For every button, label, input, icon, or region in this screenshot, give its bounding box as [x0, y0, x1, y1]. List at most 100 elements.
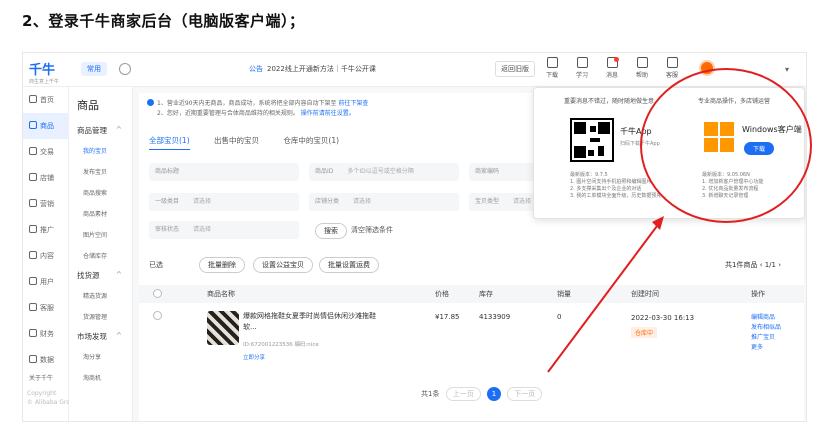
submenu-item-search[interactable]: 商品搜索 — [69, 182, 132, 203]
col-time[interactable]: 创建时间 — [631, 289, 659, 299]
nav-item-marketing[interactable]: 营销 — [23, 191, 68, 217]
data-icon — [29, 355, 37, 363]
group-goods-manage[interactable]: 商品管理 ^ — [69, 121, 132, 140]
row-checkbox[interactable] — [153, 311, 162, 320]
nav-item-promote[interactable]: 推广 — [23, 217, 68, 243]
goods-tabs: 全部宝贝(1) 出售中的宝贝 仓库中的宝贝(1) — [149, 135, 361, 150]
row-ops: 编辑商品 发布相似品 推广宝贝 更多 — [751, 313, 781, 353]
col-sales[interactable]: 销量 — [557, 289, 571, 299]
nav-item-users[interactable]: 用户 — [23, 269, 68, 295]
set-charity-button[interactable]: 设置公益宝贝 — [253, 257, 313, 273]
chevron-down-icon[interactable]: ▾ — [785, 65, 789, 74]
notice-bar[interactable]: 公告 2022线上开通新方法｜千牛公开课 — [249, 64, 376, 74]
qr-code — [570, 118, 614, 162]
chevron-up-icon: ^ — [115, 270, 122, 279]
help-icon — [636, 57, 648, 68]
product-image[interactable] — [207, 311, 239, 345]
download-tool[interactable]: 下载 — [537, 57, 567, 79]
col-name: 商品名称 — [207, 290, 235, 298]
submenu-item-inventory[interactable]: 仓储库存 — [69, 245, 132, 266]
qianniu-logo[interactable]: 千牛 商生意上千牛 — [29, 59, 59, 85]
search-button[interactable]: 搜索 — [315, 223, 347, 239]
submenu-title: 商品 — [77, 99, 99, 112]
user-icon — [29, 277, 37, 285]
nav-item-home[interactable]: 首页 — [23, 87, 68, 113]
goods-icon — [29, 121, 37, 129]
nav-item-shop[interactable]: 店铺 — [23, 165, 68, 191]
product-sales: 0 — [557, 313, 562, 321]
batch-delete-button[interactable]: 批量删除 — [199, 257, 245, 273]
status-badge: 仓库中 — [631, 327, 658, 338]
nav-item-service[interactable]: 客服 — [23, 295, 68, 321]
current-page[interactable]: 1 — [486, 387, 501, 401]
product-name[interactable]: 爆款网格拖鞋女夏季时尚情侣休闲沙滩拖鞋软... — [243, 311, 389, 333]
nav-item-finance[interactable]: 财务 — [23, 321, 68, 347]
goods-total: 共1件商品 ‹ 1/1 › — [725, 261, 782, 269]
group-find-source[interactable]: 找货源 ^ — [69, 266, 132, 285]
edit-goods-link[interactable]: 编辑商品 — [751, 313, 781, 323]
marketing-icon — [29, 199, 37, 207]
promote-link[interactable]: 推广宝贝 — [751, 333, 781, 343]
main-nav: 首页 商品 交易 店铺 营销 推广 内容 用户 客服 财务 数据 关于千牛 Co… — [23, 87, 78, 421]
sub-menu: 商品 商品管理 ^ 我的宝贝 发布宝贝 商品搜索 商品素材 图片空间 仓储库存 找… — [69, 87, 133, 421]
submenu-item-images[interactable]: 图片空间 — [69, 224, 132, 245]
submenu-item-material[interactable]: 商品素材 — [69, 203, 132, 224]
frequent-tag[interactable]: 常用 — [81, 62, 107, 76]
shop-icon — [29, 173, 37, 181]
info-icon — [147, 99, 154, 106]
col-price[interactable]: 价格 — [435, 289, 449, 299]
message-tool[interactable]: 消息 — [597, 57, 627, 79]
submenu-item-share[interactable]: 淘分享 — [69, 346, 132, 367]
download-icon — [546, 57, 558, 68]
tab-warehouse[interactable]: 仓库中的宝贝(1) — [283, 136, 339, 149]
clear-filter-link[interactable]: 清空筛选条件 — [351, 225, 393, 235]
tip1-link[interactable]: 前往下架查 — [338, 100, 368, 107]
more-link[interactable]: 更多 — [751, 343, 781, 353]
submenu-item-my-goods[interactable]: 我的宝贝 — [69, 140, 132, 161]
nav-about[interactable]: 关于千牛 — [23, 373, 68, 385]
prev-page-button[interactable]: 上一页 — [445, 387, 481, 401]
nav-item-trade[interactable]: 交易 — [23, 139, 68, 165]
share-link[interactable]: 立即分享 — [243, 353, 265, 361]
batch-freight-button[interactable]: 批量设置运费 — [319, 257, 379, 273]
filter-category[interactable]: 一级类目 请选择 — [149, 193, 299, 211]
submenu-item-publish[interactable]: 发布宝贝 — [69, 161, 132, 182]
next-page-button[interactable]: 下一页 — [507, 387, 543, 401]
col-ops: 操作 — [751, 290, 765, 298]
tab-all[interactable]: 全部宝贝(1) — [149, 136, 190, 150]
nav-item-goods[interactable]: 商品 — [23, 113, 68, 139]
filter-shop-category[interactable]: 店铺分类 请选择 — [309, 193, 459, 211]
service-icon — [29, 303, 37, 311]
help-tool[interactable]: 帮助 — [627, 57, 657, 79]
filter-id[interactable]: 商品ID 多个ID以逗号或空格分隔 — [309, 163, 459, 181]
col-stock[interactable]: 库存 — [479, 289, 493, 299]
book-icon — [576, 57, 588, 68]
submenu-item-select-source[interactable]: 精选货源 — [69, 285, 132, 306]
popup-col1-title: 重要消息不错过，随时随地做生意 — [564, 98, 655, 105]
product-stock[interactable]: 4133909 — [479, 313, 510, 321]
notice-tip: 1、营业近90天内无商品，商品成功，系统将把全部内容自动下架至 前往下架查 2、… — [147, 99, 368, 119]
home-icon — [29, 95, 37, 103]
search-icon[interactable] — [119, 63, 131, 75]
nav-item-data[interactable]: 数据 — [23, 347, 68, 373]
publish-similar-link[interactable]: 发布相似品 — [751, 323, 781, 333]
tip2-link[interactable]: 操作前请前往设置。 — [301, 110, 355, 117]
headset-icon — [666, 57, 678, 68]
tab-on-sale[interactable]: 出售中的宝贝 — [214, 136, 259, 149]
filter-audit[interactable]: 审核状态 请选择 — [149, 221, 299, 239]
filter-title[interactable]: 商品标题 — [149, 163, 299, 181]
product-id: ID:672001223536 编码:nice — [243, 342, 319, 348]
submenu-item-opportunity[interactable]: 淘商机 — [69, 367, 132, 388]
pager-total: 共1条 — [421, 390, 440, 398]
study-tool[interactable]: 学习 — [567, 57, 597, 79]
group-market[interactable]: 市场发现 ^ — [69, 327, 132, 346]
product-price[interactable]: ¥17.85 — [435, 313, 460, 321]
finance-icon — [29, 329, 37, 337]
nav-item-content[interactable]: 内容 — [23, 243, 68, 269]
selected-label: 已选 — [149, 261, 163, 269]
select-all-checkbox[interactable] — [153, 289, 162, 298]
return-old-version-button[interactable]: 返回旧版 — [495, 61, 535, 77]
unread-dot — [614, 57, 619, 62]
service-tool[interactable]: 客服 — [657, 57, 687, 79]
submenu-item-source-manage[interactable]: 货源管理 — [69, 306, 132, 327]
